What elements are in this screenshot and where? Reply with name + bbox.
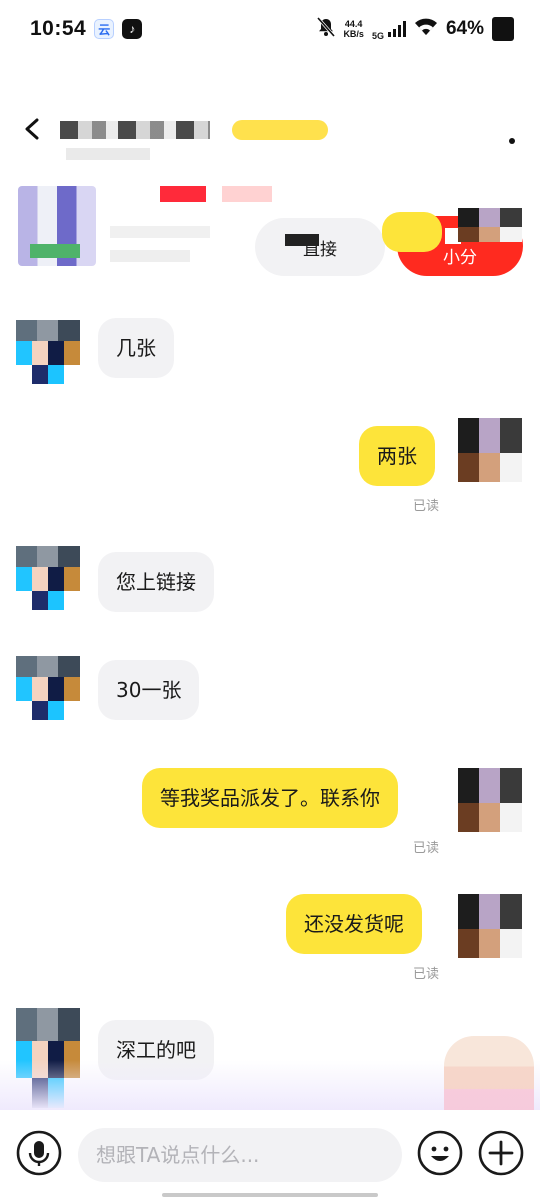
signal-icon xyxy=(387,21,406,37)
message-bubble-outgoing: 两张 xyxy=(359,426,435,486)
my-avatar[interactable] xyxy=(458,894,522,958)
mute-bell-icon xyxy=(317,16,336,42)
back-arrow-icon[interactable] xyxy=(22,118,44,140)
home-indicator[interactable] xyxy=(162,1193,378,1197)
emoji-button[interactable] xyxy=(417,1130,463,1180)
read-status: 已读 xyxy=(413,841,440,856)
message-bubble-partial xyxy=(382,212,442,252)
contact-badge xyxy=(232,120,328,140)
read-status: 已读 xyxy=(413,499,440,514)
message-input[interactable] xyxy=(78,1128,402,1182)
net-speed-value: 44.4 xyxy=(344,19,363,29)
my-avatar[interactable] xyxy=(458,418,522,482)
net-speed-unit: KB/s xyxy=(343,29,364,39)
notification-app-icon: 云 xyxy=(94,19,115,39)
net-speed: 44.4 KB/s xyxy=(343,19,364,39)
plus-icon xyxy=(478,1130,524,1180)
contact-name-obscured xyxy=(60,121,210,139)
status-left: 10:54 云 ♪ xyxy=(30,17,143,41)
message-bubble-incoming: 30一张 xyxy=(98,660,200,720)
read-status: 已读 xyxy=(413,967,440,982)
status-right: 44.4 KB/s 5G 64% xyxy=(317,16,514,42)
more-actions-button[interactable] xyxy=(478,1130,524,1180)
network-type: 5G xyxy=(371,30,384,41)
message-list: 几张 两张 已读 您上链接 30一张 等我奖品派发了。联系你 已读 还没发货呢 … xyxy=(0,208,540,1110)
wifi-icon xyxy=(414,18,438,41)
decorative-character-sticker xyxy=(444,1036,534,1112)
smiley-icon xyxy=(417,1130,463,1180)
contact-avatar[interactable] xyxy=(16,546,80,610)
my-avatar[interactable] xyxy=(458,768,522,832)
battery-icon xyxy=(492,17,514,41)
input-bar xyxy=(0,1110,540,1200)
contact-avatar[interactable] xyxy=(16,320,80,384)
message-bubble-outgoing: 还没发货呢 xyxy=(286,894,422,954)
voice-input-button[interactable] xyxy=(16,1130,62,1180)
tiktok-icon: ♪ xyxy=(122,19,143,39)
contact-subtitle-obscured xyxy=(66,148,150,160)
microphone-icon xyxy=(16,1130,62,1180)
more-icon[interactable] xyxy=(508,130,516,144)
message-bubble-outgoing: 等我奖品派发了。联系你 xyxy=(142,768,398,828)
chat-header: 直接 小分 xyxy=(0,58,540,276)
message-bubble-incoming: 几张 xyxy=(98,318,174,378)
my-avatar[interactable] xyxy=(458,208,522,242)
product-price-secondary-obscured xyxy=(222,186,272,202)
product-price-obscured xyxy=(160,186,206,202)
message-bubble-incoming: 您上链接 xyxy=(98,552,214,612)
battery-percent: 64% xyxy=(445,18,484,39)
contact-avatar[interactable] xyxy=(16,656,80,720)
status-time: 10:54 xyxy=(30,17,87,40)
status-bar: 10:54 云 ♪ 44.4 KB/s 5G 64% xyxy=(0,0,540,58)
